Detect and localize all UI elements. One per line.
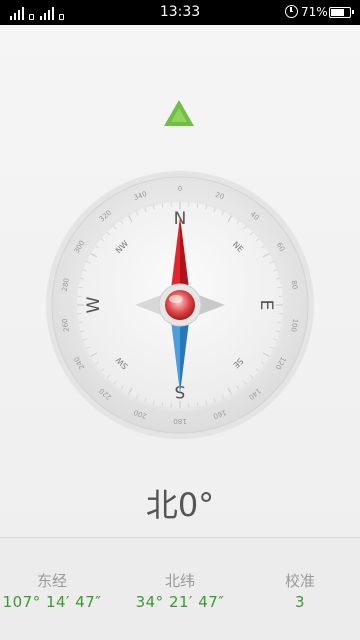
longitude-label: 东经 (36, 572, 67, 590)
latitude-value: 34° 21′ 47″ (135, 593, 225, 611)
compass-screen: 0 20 40 60 80 100 120 140 160 180 200 220 240 260 280 3… (0, 25, 360, 537)
degree-label: 0 (178, 185, 182, 193)
needle-hub (165, 290, 195, 320)
longitude-value: 107° 14′ 47″ (2, 593, 102, 611)
degree-label: 80 (290, 280, 299, 290)
direction-indicator-icon (164, 100, 194, 126)
battery-percent: 71% (301, 5, 328, 19)
heading-readout: 北0° (145, 486, 215, 524)
compass-dial[interactable]: 0204060801001201401601802002202402602803… (45, 170, 315, 440)
calibration-block[interactable]: 校准 3 (260, 570, 340, 611)
degree-label: 180 (173, 417, 186, 425)
latitude-block: 北纬 34° 21′ 47″ (118, 570, 242, 611)
battery-icon (329, 7, 354, 18)
cardinal-e: E (256, 300, 276, 311)
cardinal-w: W (84, 296, 104, 313)
alarm-icon (285, 5, 298, 18)
latitude-label: 北纬 (164, 572, 195, 590)
location-info-panel: 东经 107° 14′ 47″ 北纬 34° 21′ 47″ 校准 3 (0, 537, 360, 640)
status-bar: 13:33 71% (0, 0, 360, 25)
longitude-block: 东经 107° 14′ 47″ (0, 570, 104, 611)
calibration-label: 校准 (284, 572, 315, 590)
calibration-value: 3 (294, 593, 306, 611)
